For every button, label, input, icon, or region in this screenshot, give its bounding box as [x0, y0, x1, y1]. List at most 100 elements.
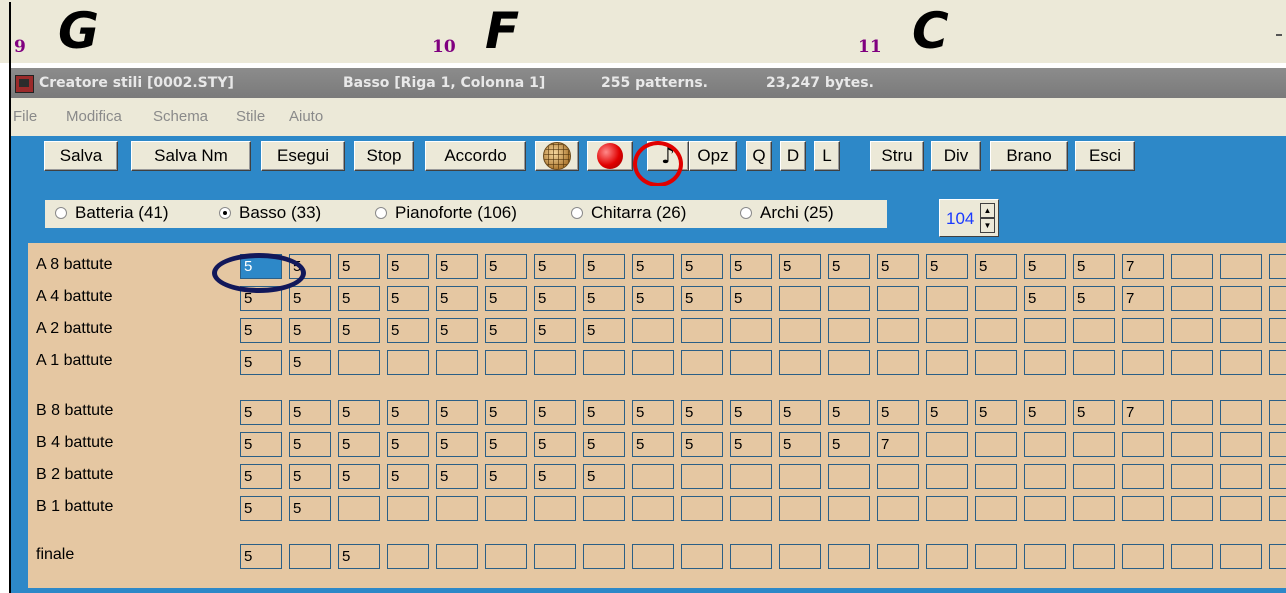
pattern-cell[interactable]: 5 — [730, 254, 772, 279]
note-button[interactable]: ♪ — [647, 141, 689, 171]
pattern-cell[interactable]: 5 — [534, 400, 576, 425]
pattern-cell[interactable] — [1024, 544, 1066, 569]
pattern-cell[interactable] — [632, 464, 674, 489]
pattern-cell[interactable]: 5 — [289, 350, 331, 375]
pattern-cell[interactable] — [779, 544, 821, 569]
pattern-cell[interactable] — [485, 496, 527, 521]
pattern-cell[interactable]: 5 — [436, 464, 478, 489]
pattern-cell[interactable]: 5 — [387, 318, 429, 343]
pattern-cell[interactable] — [926, 318, 968, 343]
radio-button[interactable] — [571, 207, 583, 219]
pattern-cell[interactable] — [1269, 464, 1286, 489]
esegui-button[interactable]: Esegui — [261, 141, 345, 171]
pattern-cell[interactable] — [1171, 496, 1213, 521]
pattern-cell[interactable] — [1220, 544, 1262, 569]
pattern-cell[interactable]: 5 — [436, 286, 478, 311]
pattern-cell[interactable]: 5 — [240, 286, 282, 311]
pattern-cell[interactable]: 5 — [240, 400, 282, 425]
pattern-cell[interactable] — [632, 350, 674, 375]
pattern-cell[interactable] — [1220, 254, 1262, 279]
pattern-cell[interactable] — [632, 318, 674, 343]
record-button[interactable] — [587, 141, 633, 171]
pattern-cell[interactable] — [1073, 432, 1115, 457]
pattern-cell[interactable] — [779, 318, 821, 343]
pattern-cell[interactable] — [1171, 464, 1213, 489]
pattern-cell[interactable]: 5 — [436, 400, 478, 425]
pattern-cell[interactable] — [1073, 496, 1115, 521]
salva-button[interactable]: Salva — [44, 141, 118, 171]
pattern-cell[interactable]: 5 — [583, 432, 625, 457]
pattern-cell[interactable] — [1171, 432, 1213, 457]
pattern-cell[interactable]: 5 — [975, 254, 1017, 279]
pattern-cell[interactable]: 5 — [240, 432, 282, 457]
pattern-cell[interactable]: 7 — [1122, 400, 1164, 425]
pattern-cell[interactable] — [1122, 432, 1164, 457]
pattern-cell[interactable] — [877, 544, 919, 569]
pattern-cell[interactable]: 5 — [387, 286, 429, 311]
menu-schema[interactable]: Schema — [153, 108, 208, 125]
pattern-cell[interactable] — [975, 464, 1017, 489]
pattern-cell[interactable]: 5 — [240, 350, 282, 375]
pattern-cell[interactable]: 5 — [1024, 254, 1066, 279]
pattern-cell[interactable]: 5 — [632, 254, 674, 279]
pattern-cell[interactable] — [1171, 254, 1213, 279]
opz-button[interactable]: Opz — [689, 141, 737, 171]
pattern-cell[interactable] — [975, 432, 1017, 457]
pattern-cell[interactable] — [1024, 432, 1066, 457]
radio-pianoforte[interactable]: Pianoforte (106) — [375, 203, 517, 223]
radio-button[interactable] — [740, 207, 752, 219]
pattern-cell[interactable] — [1171, 318, 1213, 343]
pattern-cell[interactable]: 5 — [338, 400, 380, 425]
pattern-cell[interactable] — [1269, 432, 1286, 457]
pattern-cell[interactable] — [681, 544, 723, 569]
pattern-cell[interactable]: 5 — [632, 432, 674, 457]
pattern-cell[interactable]: 5 — [877, 400, 919, 425]
pattern-cell[interactable] — [975, 544, 1017, 569]
pattern-cell[interactable] — [436, 496, 478, 521]
pattern-cell[interactable] — [1073, 318, 1115, 343]
pattern-cell[interactable] — [632, 496, 674, 521]
pattern-cell[interactable]: 5 — [289, 432, 331, 457]
pattern-cell[interactable]: 5 — [240, 318, 282, 343]
pattern-cell[interactable]: 5 — [485, 254, 527, 279]
brano-button[interactable]: Brano — [990, 141, 1068, 171]
pattern-cell[interactable]: 5 — [338, 318, 380, 343]
pattern-cell[interactable] — [1269, 286, 1286, 311]
pattern-cell[interactable] — [828, 350, 870, 375]
pattern-cell[interactable]: 5 — [681, 400, 723, 425]
pattern-cell[interactable] — [534, 544, 576, 569]
pattern-cell[interactable] — [1220, 318, 1262, 343]
pattern-cell[interactable] — [485, 544, 527, 569]
pattern-cell[interactable] — [632, 544, 674, 569]
q-button[interactable]: Q — [746, 141, 772, 171]
pattern-cell[interactable]: 7 — [877, 432, 919, 457]
pattern-cell[interactable] — [387, 350, 429, 375]
pattern-cell[interactable] — [1024, 318, 1066, 343]
pattern-cell[interactable] — [681, 496, 723, 521]
pattern-cell[interactable] — [1269, 400, 1286, 425]
pattern-cell[interactable] — [338, 350, 380, 375]
pattern-cell[interactable]: 5 — [730, 400, 772, 425]
pattern-cell[interactable]: 5 — [926, 400, 968, 425]
pattern-cell[interactable]: 5 — [289, 318, 331, 343]
pattern-cell[interactable] — [779, 286, 821, 311]
pattern-cell[interactable] — [730, 318, 772, 343]
pattern-cell[interactable] — [926, 432, 968, 457]
pattern-cell[interactable] — [1220, 350, 1262, 375]
pattern-cell[interactable] — [779, 350, 821, 375]
pattern-cell[interactable] — [681, 464, 723, 489]
radio-batteria[interactable]: Batteria (41) — [55, 203, 169, 223]
pattern-cell[interactable] — [387, 544, 429, 569]
pattern-cell[interactable] — [436, 544, 478, 569]
pattern-cell[interactable] — [338, 496, 380, 521]
stop-button[interactable]: Stop — [354, 141, 414, 171]
pattern-cell[interactable] — [926, 544, 968, 569]
pattern-cell[interactable] — [583, 350, 625, 375]
pattern-cell[interactable]: 5 — [583, 254, 625, 279]
pattern-cell[interactable] — [1024, 464, 1066, 489]
pattern-cell[interactable] — [828, 318, 870, 343]
pattern-cell[interactable] — [681, 350, 723, 375]
pattern-cell[interactable] — [1171, 544, 1213, 569]
pattern-cell[interactable] — [681, 318, 723, 343]
pattern-cell[interactable]: 5 — [338, 544, 380, 569]
